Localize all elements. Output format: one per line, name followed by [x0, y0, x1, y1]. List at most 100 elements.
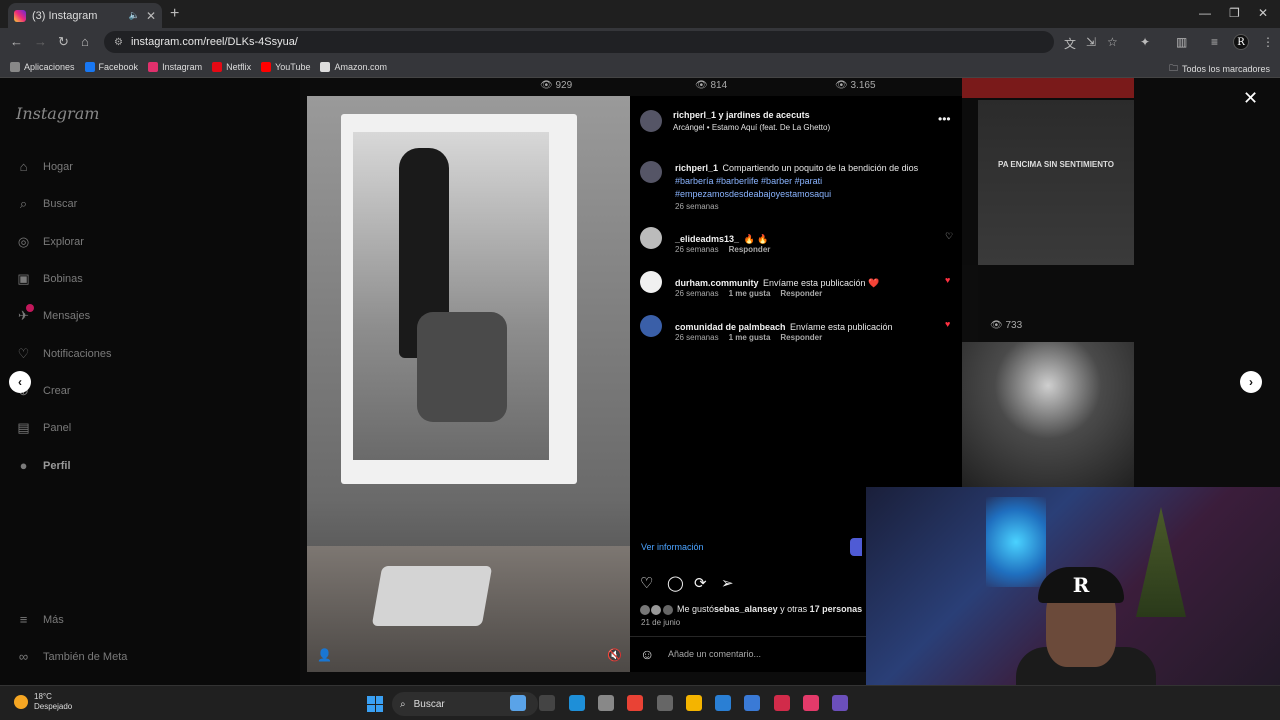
weather-widget[interactable]: 18°C Despejado — [14, 692, 72, 712]
sidebar-item-bobinas[interactable]: ▣ Bobinas — [16, 271, 82, 286]
caption-user[interactable]: richperl_1 — [675, 163, 718, 173]
comment-avatar[interactable] — [640, 315, 662, 337]
site-info-icon[interactable]: ⚙ — [114, 37, 123, 48]
sidebar-item-explorar[interactable]: ◎ Explorar — [16, 234, 84, 249]
forward-icon[interactable]: → — [34, 34, 47, 49]
settings-icon[interactable] — [597, 695, 614, 711]
sidebar-item-more[interactable]: ≡ Más — [16, 612, 64, 627]
comment-user[interactable]: durham.community — [675, 278, 759, 288]
reply-button[interactable]: Responder — [780, 289, 822, 298]
comment-likes[interactable]: 1 me gusta — [729, 333, 771, 342]
like-icon[interactable]: ♡ — [640, 574, 653, 592]
chrome-icon[interactable] — [627, 695, 644, 711]
reload-icon[interactable]: ↻ — [58, 34, 69, 50]
comment-avatar[interactable] — [640, 227, 662, 249]
sidebar-item-perfil[interactable]: ● Perfil — [16, 458, 71, 473]
bookmark-item[interactable]: Instagram — [148, 61, 202, 72]
bookmark-item[interactable]: Aplicaciones — [10, 61, 75, 72]
repost-icon[interactable]: ⟳ — [694, 574, 707, 592]
obs-icon[interactable] — [656, 695, 673, 711]
next-post-arrow-icon[interactable]: › — [1240, 371, 1262, 393]
reply-button[interactable]: Responder — [729, 245, 771, 254]
sidebar-item-notificaciones[interactable]: ♡ Notificaciones — [16, 345, 112, 361]
comment-like-icon[interactable]: ♥ — [945, 319, 950, 329]
bookmark-item[interactable]: Facebook — [84, 61, 138, 72]
task-view-icon[interactable] — [539, 695, 556, 711]
opera-icon[interactable] — [773, 695, 790, 711]
new-tab-icon[interactable]: + — [170, 5, 179, 23]
speaker-icon[interactable]: 🔈 — [129, 10, 140, 21]
background-tile[interactable]: PA ENCIMA SIN SENTIMIENTO — [978, 100, 1134, 265]
edge-icon[interactable] — [568, 695, 585, 711]
browser-tab[interactable]: (3) Instagram 🔈 ✕ — [8, 3, 162, 28]
close-tab-icon[interactable]: ✕ — [146, 9, 156, 23]
sidebar-item-hogar[interactable]: ⌂ Hogar — [16, 159, 73, 174]
minimize-icon[interactable]: — — [1199, 6, 1211, 20]
home-browser-icon[interactable]: ⌂ — [81, 34, 89, 49]
install-app-icon[interactable]: ⇲ — [1086, 35, 1096, 49]
mail-icon[interactable] — [744, 695, 761, 711]
emoji-icon[interactable]: ☺ — [640, 646, 654, 662]
app-icon[interactable] — [832, 695, 849, 711]
bookmark-star-icon[interactable]: ☆ — [1107, 35, 1118, 49]
messenger-icon: ✈ — [16, 304, 34, 323]
store-icon[interactable] — [715, 695, 732, 711]
comment-user[interactable]: comunidad de palmbeach — [675, 322, 786, 332]
maximize-icon[interactable]: ❐ — [1229, 6, 1240, 20]
url-bar[interactable]: ⚙ instagram.com/reel/DLKs-4Ssyua/ — [104, 31, 1054, 53]
comment-meta: 26 semanas 1 me gusta Responder — [675, 333, 822, 342]
tagged-user-icon[interactable]: 👤 — [317, 648, 332, 662]
sidebar-item-buscar[interactable]: ⌕ Buscar — [16, 196, 77, 211]
background-tile[interactable] — [962, 342, 1134, 487]
see-info-link[interactable]: Ver información — [641, 542, 704, 552]
instagram-logo[interactable]: Instagram — [16, 104, 99, 123]
post-song[interactable]: Arcángel • Estamo Aquí (feat. De La Ghet… — [673, 123, 830, 132]
sidebar-item-mensajes[interactable]: ✈ Mensajes — [16, 304, 90, 323]
bookmark-item[interactable]: Netflix — [212, 61, 251, 72]
media-control-icon[interactable]: ≡ — [1211, 35, 1218, 49]
comment-user[interactable]: _elideadms13_ — [675, 234, 739, 244]
windows-start-icon[interactable] — [367, 696, 383, 712]
bookmark-item[interactable]: Amazon.com — [320, 61, 387, 72]
reply-button[interactable]: Responder — [780, 333, 822, 342]
comment-icon[interactable]: ◯ — [667, 574, 684, 592]
file-explorer-icon[interactable] — [685, 695, 702, 711]
folder-icon: 🗀 — [1168, 63, 1178, 73]
browser-tab-strip — [0, 0, 1280, 28]
comment-like-icon[interactable]: ♥ — [945, 275, 950, 285]
extensions-icon[interactable]: ✦ — [1140, 35, 1150, 49]
more-options-icon[interactable]: ••• — [938, 112, 951, 126]
author-avatar[interactable] — [640, 110, 662, 132]
back-icon[interactable]: ← — [10, 34, 23, 49]
hamburger-icon: ≡ — [19, 612, 28, 627]
mute-icon[interactable]: 🔇 — [607, 648, 622, 662]
sidebar-item-panel[interactable]: ▤ Panel — [16, 420, 71, 435]
webcam-overlay: R — [866, 487, 1280, 685]
comment-likes[interactable]: 1 me gusta — [729, 289, 771, 298]
sidepanel-icon[interactable]: ▥ — [1176, 35, 1187, 49]
comment-input[interactable]: Añade un comentario... — [668, 649, 761, 659]
overlay-button[interactable] — [850, 538, 862, 556]
prev-post-arrow-icon[interactable]: ‹ — [9, 371, 31, 393]
menu-kebab-icon[interactable]: ⋮ — [1262, 35, 1274, 49]
share-icon[interactable]: ➢ — [721, 574, 734, 592]
tiktok-icon[interactable] — [803, 695, 819, 711]
caption-hashtags[interactable]: #barbería #barberlife #barber #parati #e… — [675, 176, 831, 199]
heart-icon: ♡ — [17, 345, 30, 361]
profile-avatar[interactable]: R — [1233, 34, 1249, 50]
likes-summary[interactable]: Me gustósebas_alansey y otras 17 persona… — [677, 604, 862, 614]
close-window-icon[interactable]: ✕ — [1258, 6, 1268, 20]
sidebar-item-meta[interactable]: ∞ También de Meta — [16, 649, 128, 664]
bookmark-item[interactable]: YouTube — [261, 61, 310, 72]
comment-avatar[interactable] — [640, 271, 662, 293]
widgets-icon[interactable] — [510, 695, 526, 711]
caption-avatar[interactable] — [640, 161, 662, 183]
post-author[interactable]: richperl_1 y jardines de acecuts — [673, 110, 810, 120]
compass-icon: ◎ — [17, 233, 30, 249]
close-modal-icon[interactable]: ✕ — [1243, 88, 1258, 109]
comment-text: Envíame esta publicación — [789, 322, 893, 332]
reel-video[interactable]: 👤 🔇 — [307, 96, 630, 672]
translate-icon[interactable]: 文 — [1064, 35, 1076, 52]
all-bookmarks[interactable]: 🗀 Todos los marcadores — [1169, 61, 1270, 77]
comment-like-icon[interactable]: ♡ — [945, 231, 953, 242]
